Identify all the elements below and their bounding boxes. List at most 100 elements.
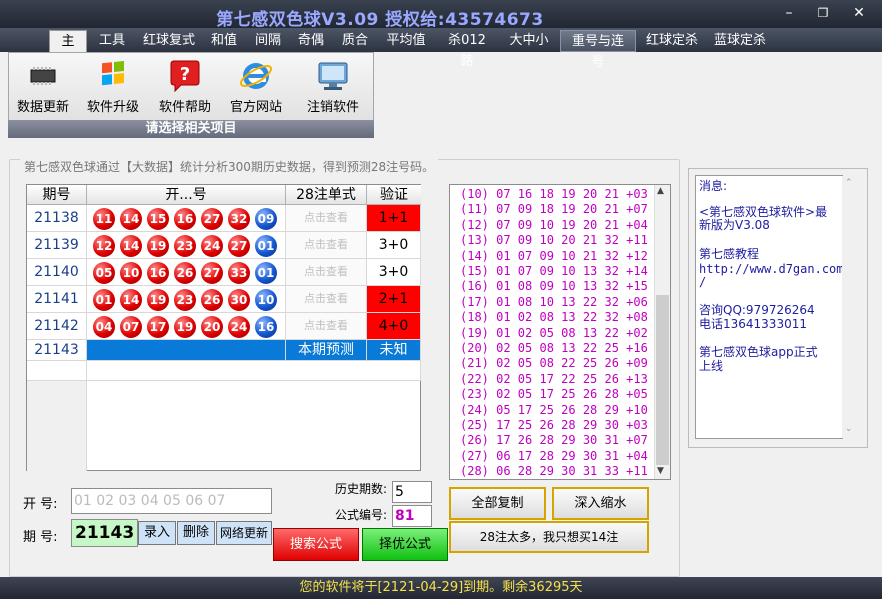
tool-logout[interactable]: 注销软件	[298, 58, 368, 115]
delete-button[interactable]: 删除	[177, 521, 215, 545]
tool-label: 官方网站	[229, 100, 282, 115]
red-ball: 27	[201, 262, 223, 284]
blue-ball: 01	[255, 262, 277, 284]
formula-input[interactable]: 81	[392, 505, 432, 527]
red-ball: 20	[201, 316, 223, 338]
buy-14-button[interactable]: 28注太多，我只想买14注	[449, 521, 649, 553]
blue-ball: 16	[255, 316, 277, 338]
current-numbers	[87, 340, 286, 361]
close-icon[interactable]: ✕	[848, 4, 870, 22]
kai-label: 开 号:	[23, 497, 58, 512]
tool-caption: 请选择相关项目	[8, 120, 374, 138]
menu-red-kill[interactable]: 红球定杀	[640, 30, 704, 52]
header-numbers: 开...号	[87, 185, 286, 205]
history-input[interactable]: 5	[392, 481, 432, 503]
current-verify: 未知	[367, 340, 421, 361]
menu-interval[interactable]: 间隔	[248, 30, 288, 52]
scroll-up-icon[interactable]: ⌃	[845, 178, 853, 188]
row-verify: 3+0	[367, 232, 421, 259]
message-line: /	[699, 275, 707, 289]
header-verify: 验证	[367, 185, 421, 205]
menu-repeat[interactable]: 重号与连号	[560, 30, 636, 70]
prediction-line: (18) 01 02 08 13 22 32 +08	[460, 310, 648, 325]
tool-data-update[interactable]: 数据更新	[8, 58, 78, 115]
qi-label: 期 号:	[23, 530, 58, 545]
menu-blue-kill[interactable]: 蓝球定杀	[708, 30, 772, 52]
scroll-up-icon[interactable]: ▲	[657, 186, 664, 196]
message-line: 上线	[699, 359, 724, 373]
empty-row	[87, 361, 421, 381]
net-update-button[interactable]: 网络更新	[216, 521, 272, 545]
prediction-line: (14) 01 07 09 10 21 32 +12	[460, 248, 648, 263]
qi-input[interactable]: 21143	[71, 519, 138, 547]
window-title: 第七感双色球V3.09 授权给:43574673	[216, 10, 544, 30]
scroll-down-icon[interactable]: ⌄	[845, 424, 853, 434]
red-ball: 16	[147, 262, 169, 284]
chip-icon	[25, 58, 61, 94]
history-grid: 期号 开...号 28注单式 验证 21138 11 14 15 16 27 32 09 点击查…	[26, 184, 421, 471]
monitor-icon	[315, 58, 351, 94]
row-detail-link[interactable]: 点击查看	[286, 313, 367, 340]
row-numbers: 05 10 16 26 27 33 01	[87, 259, 286, 286]
red-ball: 16	[174, 208, 196, 230]
row-period: 21139	[27, 232, 87, 259]
tool-upgrade[interactable]: 软件升级	[78, 58, 148, 115]
minimize-icon[interactable]: –	[778, 4, 800, 22]
deep-reduce-button[interactable]: 深入缩水	[552, 487, 649, 520]
kai-input[interactable]: 01 02 03 04 05 06 07	[71, 488, 272, 514]
red-ball: 05	[93, 262, 115, 284]
row-period: 21138	[27, 205, 87, 232]
message-scrollbar[interactable]	[842, 176, 858, 438]
row-detail-link[interactable]: 点击查看	[286, 259, 367, 286]
enter-button[interactable]: 录入	[138, 521, 176, 545]
message-line: http://www.d7gan.com	[699, 262, 844, 276]
row-detail-link[interactable]: 点击查看	[286, 205, 367, 232]
tool-help[interactable]: ? 软件帮助	[150, 58, 220, 115]
scroll-down-icon[interactable]: ▼	[657, 466, 664, 476]
prediction-line: (13) 07 09 10 20 21 32 +11	[460, 233, 648, 248]
windows-icon	[95, 58, 131, 94]
prediction-line: (10) 07 16 18 19 20 21 +03	[460, 187, 648, 201]
group-title: 第七感双色球通过【大数据】统计分析300期历史数据，得到预测28注号码。	[20, 158, 439, 175]
row-detail-link[interactable]: 点击查看	[286, 286, 367, 313]
header-single: 28注单式	[286, 185, 367, 205]
menu-red-compound[interactable]: 红球复式	[137, 30, 201, 52]
current-period: 21143	[27, 340, 87, 361]
search-formula-button[interactable]: 搜索公式	[273, 528, 359, 561]
message-text: 消息: <第七感双色球软件>最 新版为V3.08 第七感教程 http://www.d7…	[695, 175, 844, 439]
row-detail-link[interactable]: 点击查看	[286, 232, 367, 259]
formula-label: 公式编号:	[335, 508, 388, 522]
red-ball: 10	[120, 262, 142, 284]
row-numbers: 04 07 17 19 20 24 16	[87, 313, 286, 340]
prediction-line: (15) 01 07 09 10 13 32 +14	[460, 264, 648, 278]
menu-kill-012[interactable]: 杀012路	[436, 30, 498, 69]
menu-prime[interactable]: 质合	[335, 30, 375, 52]
scroll-thumb[interactable]	[656, 295, 669, 465]
menu-home[interactable]: 主页	[49, 30, 87, 70]
menu-odd-even[interactable]: 奇偶	[291, 30, 331, 52]
prediction-line: (19) 01 02 05 08 13 22 +02	[460, 325, 648, 340]
blue-ball: 10	[255, 289, 277, 311]
row-numbers: 12 14 19 23 24 27 01	[87, 232, 286, 259]
prediction-line: (11) 07 09 18 19 20 21 +07	[460, 202, 648, 217]
row-verify: 4+0	[367, 313, 421, 340]
red-ball: 14	[120, 289, 142, 311]
red-ball: 19	[174, 316, 196, 338]
optimal-formula-button[interactable]: 择优公式	[362, 528, 448, 561]
menu-average[interactable]: 平均值	[378, 30, 434, 52]
red-ball: 01	[93, 289, 115, 311]
red-ball: 12	[93, 235, 115, 257]
grid-empty-area	[27, 381, 87, 471]
blue-ball: 01	[255, 235, 277, 257]
copy-all-button[interactable]: 全部复制	[449, 487, 546, 520]
restore-icon[interactable]: ❐	[812, 4, 834, 22]
prediction-list[interactable]: (10) 07 16 18 19 20 21 +03 (11) 07 09 18 …	[449, 184, 671, 480]
status-bar: 您的软件将于[2121-04-29]到期。剩余36295天	[0, 577, 882, 599]
menu-tools[interactable]: 工具	[92, 30, 132, 52]
menu-size[interactable]: 大中小	[503, 30, 555, 52]
tool-website[interactable]: 官方网站	[221, 58, 291, 115]
row-verify: 1+1	[367, 205, 421, 232]
row-period: 21141	[27, 286, 87, 313]
prediction-line: (23) 02 05 17 25 26 28 +05	[460, 387, 648, 402]
menu-sum[interactable]: 和值	[204, 30, 244, 52]
